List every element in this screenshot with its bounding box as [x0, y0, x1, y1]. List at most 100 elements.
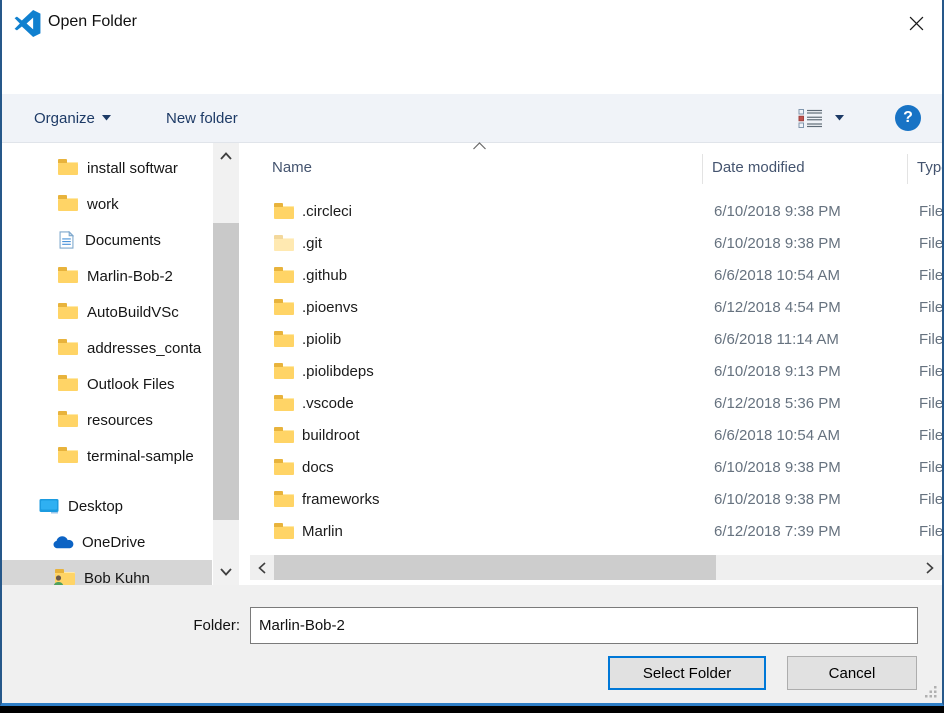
file-list: Name Date modified Type .circleci 6/10/2… [250, 143, 942, 585]
close-button[interactable] [894, 4, 938, 42]
file-date: 6/12/2018 5:36 PM [714, 388, 841, 420]
chevron-left-icon [258, 562, 266, 574]
details-view-icon [798, 108, 823, 129]
column-divider[interactable] [907, 154, 908, 184]
file-name: .piolib [302, 324, 341, 356]
folder-icon [58, 306, 78, 319]
column-header-type[interactable]: Type [917, 159, 944, 176]
file-row-piolib[interactable]: .piolib 6/6/2018 11:14 AM File [250, 324, 942, 356]
file-row-vscode[interactable]: .vscode 6/12/2018 5:36 PM File [250, 388, 942, 420]
folder-name-input[interactable] [250, 607, 918, 644]
column-divider[interactable] [702, 154, 703, 184]
sidebar-item-onedrive[interactable]: OneDrive [2, 524, 212, 560]
folder-icon [274, 302, 294, 315]
sidebar-item-addresses-conta[interactable]: addresses_conta [2, 330, 212, 366]
title-bar: Open Folder [2, 0, 942, 48]
help-button[interactable]: ? [895, 105, 921, 131]
sidebar-item-label: addresses_conta [87, 340, 212, 357]
scroll-down-button[interactable] [213, 559, 239, 585]
folder-icon [58, 198, 78, 211]
file-name: .vscode [302, 388, 354, 420]
caret-down-icon [835, 115, 844, 121]
file-name: .piolibdeps [302, 356, 374, 388]
horizontal-scrollbar-thumb[interactable] [274, 555, 716, 580]
sidebar-item-resources[interactable]: resources [2, 402, 212, 438]
chevron-up-icon [220, 152, 232, 160]
folder-icon [274, 398, 294, 411]
sidebar-scrollbar[interactable] [213, 143, 239, 585]
desktop-icon [38, 498, 60, 514]
organize-menu[interactable]: Organize [34, 94, 111, 142]
sidebar-item-install-softwar[interactable]: install softwar [2, 150, 212, 186]
file-row-git[interactable]: .git 6/10/2018 9:38 PM File [250, 228, 942, 260]
sidebar-scrollbar-thumb[interactable] [213, 223, 239, 520]
folder-icon [58, 378, 78, 391]
file-date: 6/10/2018 9:38 PM [714, 196, 841, 228]
sidebar-item-work[interactable]: work [2, 186, 212, 222]
sidebar-item-marlin-bob-2[interactable]: Marlin-Bob-2 [2, 258, 212, 294]
folder-icon [274, 334, 294, 347]
caret-down-icon [102, 115, 111, 121]
list-horizontal-scrollbar[interactable] [250, 555, 942, 580]
file-name: docs [302, 452, 334, 484]
resize-grip[interactable] [924, 685, 938, 699]
change-view-button[interactable] [798, 94, 844, 142]
sidebar-item-desktop[interactable]: Desktop [2, 488, 212, 524]
scroll-up-button[interactable] [213, 143, 239, 169]
file-type: File [919, 228, 943, 260]
sidebar-item-documents[interactable]: Documents [2, 222, 212, 258]
file-row-pioenvs[interactable]: .pioenvs 6/12/2018 4:54 PM File [250, 292, 942, 324]
column-header-name[interactable]: Name [272, 159, 312, 176]
folder-icon [58, 270, 78, 283]
file-type: File [919, 484, 943, 516]
sidebar-item-terminal-sample[interactable]: terminal-sample [2, 438, 212, 474]
chevron-right-icon [926, 562, 934, 574]
file-row-frameworks[interactable]: frameworks 6/10/2018 9:38 PM File [250, 484, 942, 516]
sidebar-item-label: resources [87, 412, 212, 429]
file-row-piolibdeps[interactable]: .piolibdeps 6/10/2018 9:13 PM File [250, 356, 942, 388]
sidebar-item-bob-kuhn[interactable]: Bob Kuhn [2, 560, 212, 585]
user-folder-icon [54, 572, 76, 585]
scroll-left-button[interactable] [250, 555, 274, 580]
navigation-bar: ← → ↑ « GitHub › Marlin-Bob-2 [2, 48, 942, 94]
folder-icon [274, 206, 294, 219]
new-folder-button[interactable]: New folder [166, 94, 238, 142]
select-folder-button[interactable]: Select Folder [608, 656, 766, 690]
sidebar-item-label: Marlin-Bob-2 [87, 268, 212, 285]
file-name: .git [302, 228, 322, 260]
file-date: 6/10/2018 9:13 PM [714, 356, 841, 388]
file-row-buildroot[interactable]: buildroot 6/6/2018 10:54 AM File [250, 420, 942, 452]
sidebar-item-label: work [87, 196, 212, 213]
file-date: 6/12/2018 7:39 PM [714, 516, 841, 548]
sidebar-item-label: Bob Kuhn [84, 570, 212, 586]
file-type: File [919, 196, 943, 228]
file-date: 6/6/2018 10:54 AM [714, 260, 840, 292]
file-row-circleci[interactable]: .circleci 6/10/2018 9:38 PM File [250, 196, 942, 228]
folder-icon [274, 494, 294, 507]
sidebar-item-label: Documents [85, 232, 212, 249]
file-type: File [919, 452, 943, 484]
documents-icon [55, 231, 77, 249]
scroll-right-button[interactable] [918, 555, 942, 580]
file-type: File [919, 516, 943, 548]
file-row-github[interactable]: .github 6/6/2018 10:54 AM File [250, 260, 942, 292]
file-row-marlin[interactable]: Marlin 6/12/2018 7:39 PM File [250, 516, 942, 548]
file-date: 6/10/2018 9:38 PM [714, 452, 841, 484]
cancel-button[interactable]: Cancel [787, 656, 917, 690]
file-name: frameworks [302, 484, 380, 516]
column-header-date-modified[interactable]: Date modified [712, 159, 805, 176]
window-title: Open Folder [48, 13, 137, 31]
onedrive-icon [52, 535, 74, 549]
folder-icon [58, 342, 78, 355]
sidebar-item-autobuildvsc[interactable]: AutoBuildVSc [2, 294, 212, 330]
folder-icon [274, 430, 294, 443]
vscode-logo-icon [14, 10, 41, 37]
organize-label: Organize [34, 110, 95, 127]
sidebar-item-outlook-files[interactable]: Outlook Files [2, 366, 212, 402]
file-type: File [919, 388, 943, 420]
file-row-docs[interactable]: docs 6/10/2018 9:38 PM File [250, 452, 942, 484]
open-folder-dialog: Open Folder ← → ↑ « GitHub › Marlin-Bob-… [0, 0, 944, 706]
folder-icon [274, 270, 294, 283]
file-type: File [919, 420, 943, 452]
file-type: File [919, 356, 943, 388]
